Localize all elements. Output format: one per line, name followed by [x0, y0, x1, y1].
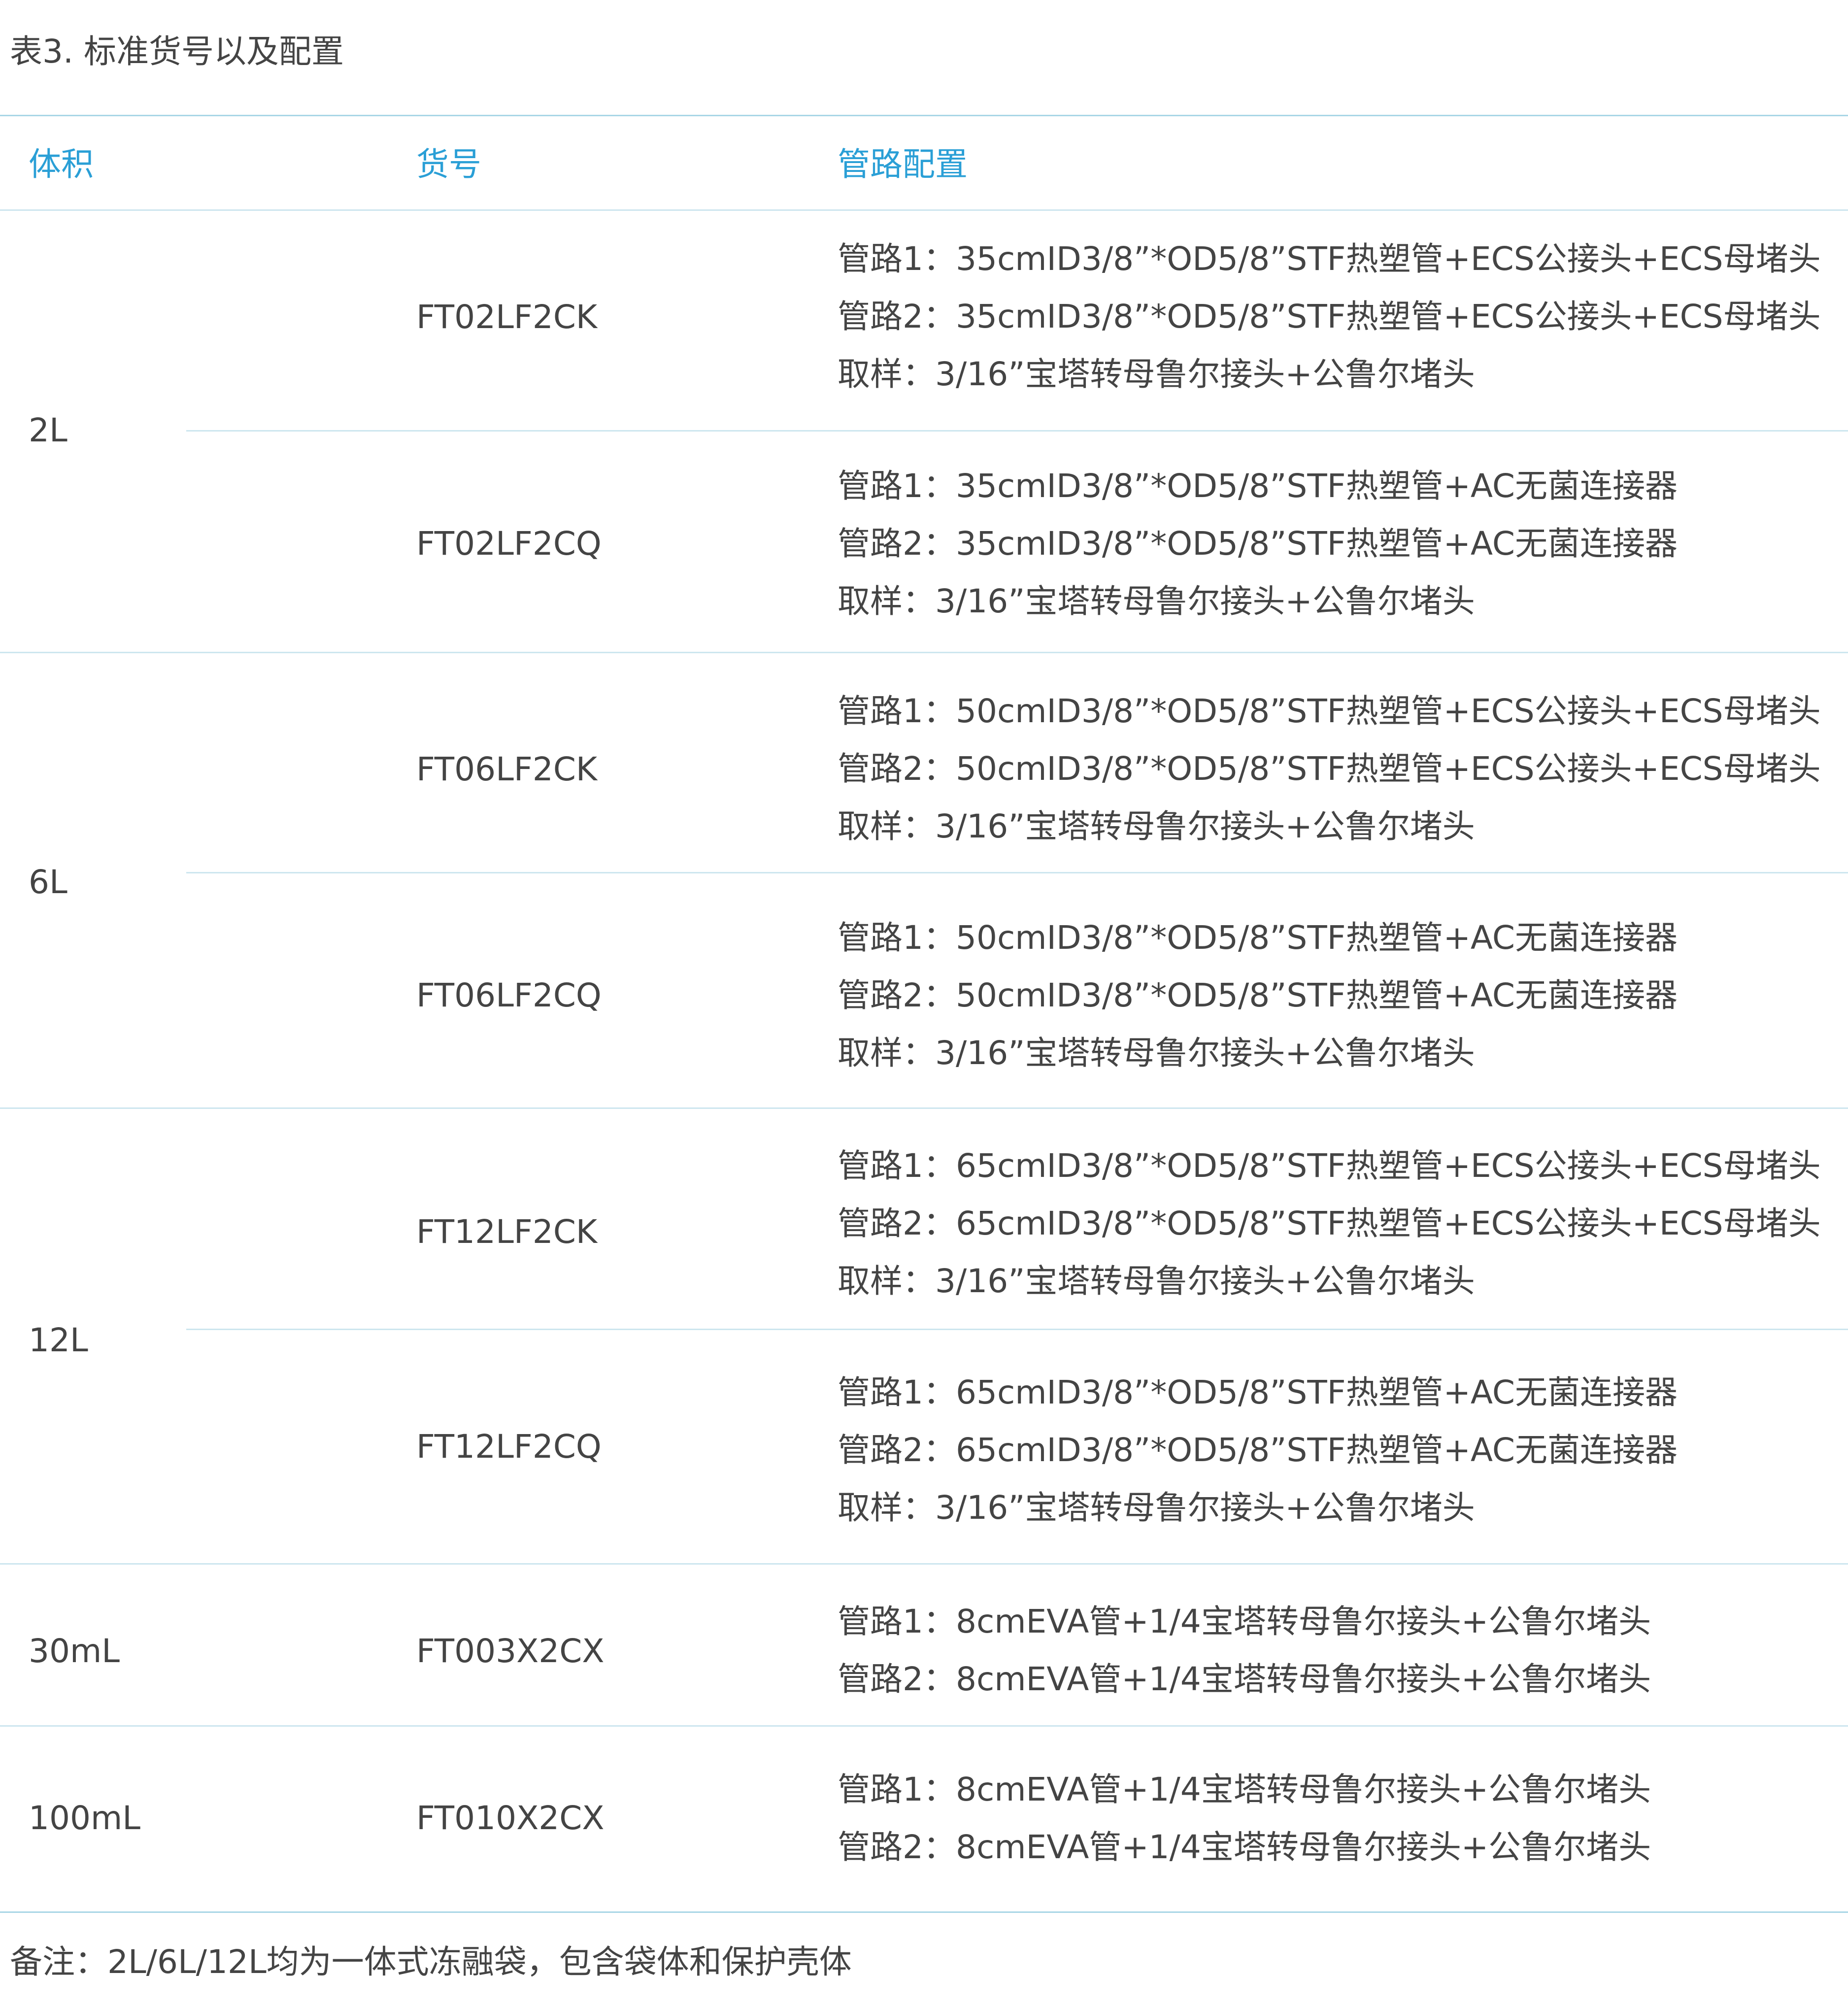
- config-line: 取样：3/16”宝塔转母鲁尔接头+公鲁尔堵头: [838, 1034, 1475, 1072]
- header-config: 管路配置: [838, 145, 968, 183]
- sku-cell: FT003X2CX: [416, 1632, 605, 1670]
- config-cell: 管路1：8cmEVA管+1/4宝塔转母鲁尔接头+公鲁尔堵头 管路2：8cmEVA…: [838, 1593, 1651, 1708]
- row-divider: [186, 872, 1848, 873]
- config-line: 取样：3/16”宝塔转母鲁尔接头+公鲁尔堵头: [838, 1489, 1475, 1527]
- volume-cell: 30mL: [29, 1632, 120, 1670]
- config-line: 管路2：65cmID3/8”*OD5/8”STF热塑管+ECS公接头+ECS母堵…: [838, 1204, 1821, 1242]
- header-sku: 货号: [416, 145, 481, 183]
- header-volume: 体积: [29, 145, 94, 183]
- header-bottom-rule: [0, 209, 1848, 211]
- config-line: 管路1：35cmID3/8”*OD5/8”STF热塑管+ECS公接头+ECS母堵…: [838, 240, 1821, 278]
- config-line: 管路2：8cmEVA管+1/4宝塔转母鲁尔接头+公鲁尔堵头: [838, 1660, 1651, 1698]
- config-line: 管路1：50cmID3/8”*OD5/8”STF热塑管+ECS公接头+ECS母堵…: [838, 692, 1821, 730]
- sku-cell: FT02LF2CK: [416, 298, 598, 336]
- config-line: 管路2：35cmID3/8”*OD5/8”STF热塑管+AC无菌连接器: [838, 525, 1678, 563]
- config-cell: 管路1：50cmID3/8”*OD5/8”STF热塑管+ECS公接头+ECS母堵…: [838, 682, 1821, 855]
- volume-cell: 100mL: [29, 1799, 141, 1837]
- config-line: 管路2：35cmID3/8”*OD5/8”STF热塑管+ECS公接头+ECS母堵…: [838, 298, 1821, 335]
- row-divider: [186, 430, 1848, 432]
- config-line: 管路2：50cmID3/8”*OD5/8”STF热塑管+AC无菌连接器: [838, 976, 1678, 1014]
- sku-cell: FT010X2CX: [416, 1799, 605, 1837]
- config-line: 管路1：35cmID3/8”*OD5/8”STF热塑管+AC无菌连接器: [838, 467, 1678, 505]
- config-line: 管路1：65cmID3/8”*OD5/8”STF热塑管+ECS公接头+ECS母堵…: [838, 1147, 1821, 1185]
- group-divider: [0, 652, 1848, 653]
- table-footnote: 备注：2L/6L/12L均为一体式冻融袋，包含袋体和保护壳体: [10, 1943, 852, 1981]
- group-divider: [0, 1107, 1848, 1109]
- sku-cell: FT06LF2CK: [416, 750, 598, 788]
- config-line: 取样：3/16”宝塔转母鲁尔接头+公鲁尔堵头: [838, 807, 1475, 845]
- config-line: 取样：3/16”宝塔转母鲁尔接头+公鲁尔堵头: [838, 582, 1475, 620]
- sku-cell: FT12LF2CK: [416, 1213, 598, 1251]
- config-cell: 管路1：8cmEVA管+1/4宝塔转母鲁尔接头+公鲁尔堵头 管路2：8cmEVA…: [838, 1761, 1651, 1876]
- config-line: 管路2：50cmID3/8”*OD5/8”STF热塑管+ECS公接头+ECS母堵…: [838, 750, 1821, 788]
- volume-cell: 12L: [29, 1321, 88, 1359]
- config-cell: 管路1：35cmID3/8”*OD5/8”STF热塑管+ECS公接头+ECS母堵…: [838, 230, 1821, 403]
- volume-cell: 2L: [29, 411, 67, 449]
- config-cell: 管路1：50cmID3/8”*OD5/8”STF热塑管+AC无菌连接器 管路2：…: [838, 909, 1678, 1082]
- config-line: 管路1：50cmID3/8”*OD5/8”STF热塑管+AC无菌连接器: [838, 919, 1678, 957]
- table-top-rule: [0, 115, 1848, 116]
- table-caption: 表3. 标准货号以及配置: [10, 33, 344, 70]
- config-line: 取样：3/16”宝塔转母鲁尔接头+公鲁尔堵头: [838, 355, 1475, 393]
- config-line: 管路1：65cmID3/8”*OD5/8”STF热塑管+AC无菌连接器: [838, 1373, 1678, 1411]
- config-line: 管路1：8cmEVA管+1/4宝塔转母鲁尔接头+公鲁尔堵头: [838, 1603, 1651, 1640]
- sku-cell: FT02LF2CQ: [416, 525, 602, 563]
- config-line: 管路1：8cmEVA管+1/4宝塔转母鲁尔接头+公鲁尔堵头: [838, 1771, 1651, 1808]
- row-divider: [186, 1329, 1848, 1330]
- table-bottom-rule: [0, 1911, 1848, 1913]
- config-cell: 管路1：35cmID3/8”*OD5/8”STF热塑管+AC无菌连接器 管路2：…: [838, 457, 1678, 630]
- config-line: 管路2：8cmEVA管+1/4宝塔转母鲁尔接头+公鲁尔堵头: [838, 1828, 1651, 1866]
- group-divider: [0, 1563, 1848, 1565]
- config-line: 管路2：65cmID3/8”*OD5/8”STF热塑管+AC无菌连接器: [838, 1431, 1678, 1469]
- group-divider: [0, 1725, 1848, 1727]
- config-cell: 管路1：65cmID3/8”*OD5/8”STF热塑管+AC无菌连接器 管路2：…: [838, 1364, 1678, 1537]
- sku-cell: FT06LF2CQ: [416, 976, 602, 1014]
- volume-cell: 6L: [29, 863, 67, 901]
- sku-cell: FT12LF2CQ: [416, 1428, 602, 1466]
- config-line: 取样：3/16”宝塔转母鲁尔接头+公鲁尔堵头: [838, 1262, 1475, 1300]
- config-cell: 管路1：65cmID3/8”*OD5/8”STF热塑管+ECS公接头+ECS母堵…: [838, 1137, 1821, 1310]
